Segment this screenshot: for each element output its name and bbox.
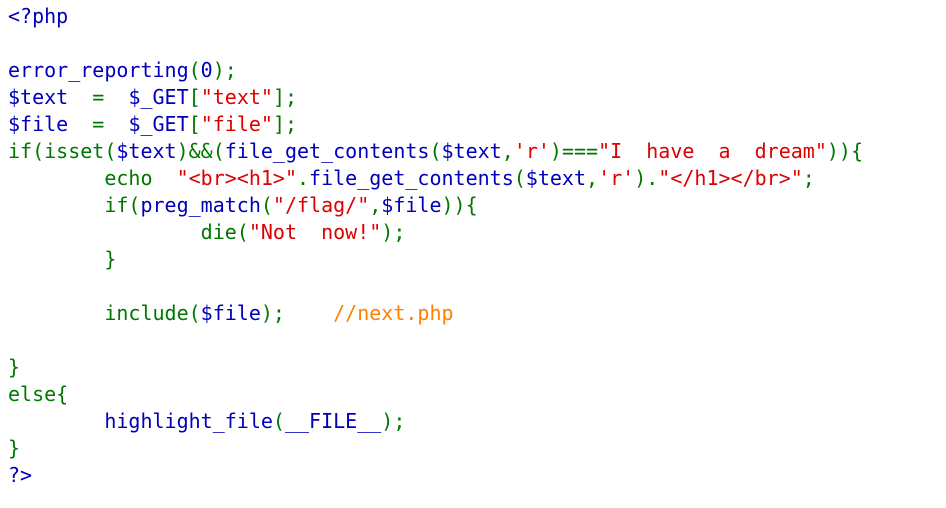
code-token-default: error_reporting (8, 58, 189, 82)
code-token-keyword: } (8, 355, 21, 379)
code-token-keyword: [ (188, 85, 201, 109)
code-token-string: "</h1></br>" (658, 166, 803, 190)
code-line: include($file); //next.php (8, 300, 863, 327)
code-token-string: 'r' (598, 166, 635, 190)
code-token-keyword: ( (260, 193, 273, 217)
code-line: if(preg_match("/flag/",$file)){ (8, 192, 863, 219)
code-token-keyword: )){ (826, 139, 863, 163)
code-token-keyword (8, 409, 104, 433)
code-token-keyword: , (586, 166, 599, 190)
code-token-keyword: ( (513, 166, 526, 190)
code-token-keyword: [ (188, 112, 201, 136)
code-token-string: "file" (200, 112, 273, 136)
code-line: $file = $_GET["file"]; (8, 111, 863, 138)
code-token-default: $_GET (128, 85, 189, 109)
code-token-keyword: = (68, 112, 129, 136)
code-token-keyword: ]; (272, 112, 298, 136)
code-token-default: $text (525, 166, 587, 190)
code-token-default: $_GET (128, 112, 189, 136)
code-token-keyword: ]; (272, 85, 298, 109)
code-token-default: preg_match (140, 193, 261, 217)
code-token-default: $file (381, 193, 442, 217)
code-token-default: 0 (200, 58, 213, 82)
code-token-keyword: )=== (549, 139, 599, 163)
code-token-default: highlight_file (104, 409, 273, 433)
code-token-default: $text (116, 139, 177, 163)
code-token-comment: //next.php (333, 301, 454, 325)
code-token-keyword: if(isset( (8, 139, 117, 163)
code-line: echo "<br><h1>".file_get_contents($text,… (8, 165, 863, 192)
code-token-keyword: ); (381, 409, 406, 433)
code-line: } (8, 246, 863, 273)
code-token-string: "/flag/" (272, 193, 370, 217)
code-token-string: "Not now!" (248, 220, 382, 244)
code-line: <?php (8, 3, 863, 30)
code-line: else{ (8, 381, 863, 408)
code-token-default: $file (8, 112, 69, 136)
code-token-keyword: ). (634, 166, 659, 190)
code-token-keyword: else{ (8, 382, 69, 406)
code-token-default: file_get_contents (309, 166, 514, 190)
code-token-keyword: echo (8, 166, 177, 190)
code-token-keyword: if( (8, 193, 141, 217)
code-token-keyword: . (297, 166, 310, 190)
code-token-default: $text (8, 85, 69, 109)
code-line: error_reporting(0); (8, 57, 863, 84)
code-line: } (8, 435, 863, 462)
code-token-keyword: ); (381, 220, 406, 244)
code-token-string: "<br><h1>" (176, 166, 297, 190)
code-token-default: __FILE__ (284, 409, 382, 433)
code-line: $text = $_GET["text"]; (8, 84, 863, 111)
code-token-keyword: include( (8, 301, 201, 325)
code-token-default: $text (441, 139, 502, 163)
code-token-keyword: = (68, 85, 129, 109)
code-token-keyword: ( (429, 139, 442, 163)
code-token-keyword: , (501, 139, 514, 163)
code-token-keyword: ; (802, 166, 815, 190)
code-token-default: ?> (8, 463, 33, 487)
code-line: if(isset($text)&&(file_get_contents($tex… (8, 138, 863, 165)
code-token-keyword: )&&( (176, 139, 225, 163)
code-line: highlight_file(__FILE__); (8, 408, 863, 435)
code-token-keyword: ); (260, 301, 334, 325)
code-token-keyword: , (369, 193, 382, 217)
code-token-keyword: die( (8, 220, 249, 244)
code-line: ?> (8, 462, 863, 489)
code-token-keyword: } (8, 247, 117, 271)
code-token-keyword: ( (272, 409, 285, 433)
code-token-keyword: } (8, 436, 21, 460)
code-token-string: "text" (200, 85, 273, 109)
php-source-code-view: <?php error_reporting(0); $text = $_GET["t… (8, 3, 863, 489)
code-token-default: file_get_contents (224, 139, 430, 163)
code-token-keyword: ( (188, 58, 201, 82)
code-token-default: <?php (8, 4, 69, 28)
code-token-keyword: ); (212, 58, 237, 82)
code-token-default: $file (200, 301, 261, 325)
code-token-keyword: )){ (441, 193, 478, 217)
code-token-string: "I have a dream" (598, 139, 827, 163)
code-line: die("Not now!"); (8, 219, 863, 246)
code-token-string: 'r' (513, 139, 550, 163)
code-line: } (8, 354, 863, 381)
